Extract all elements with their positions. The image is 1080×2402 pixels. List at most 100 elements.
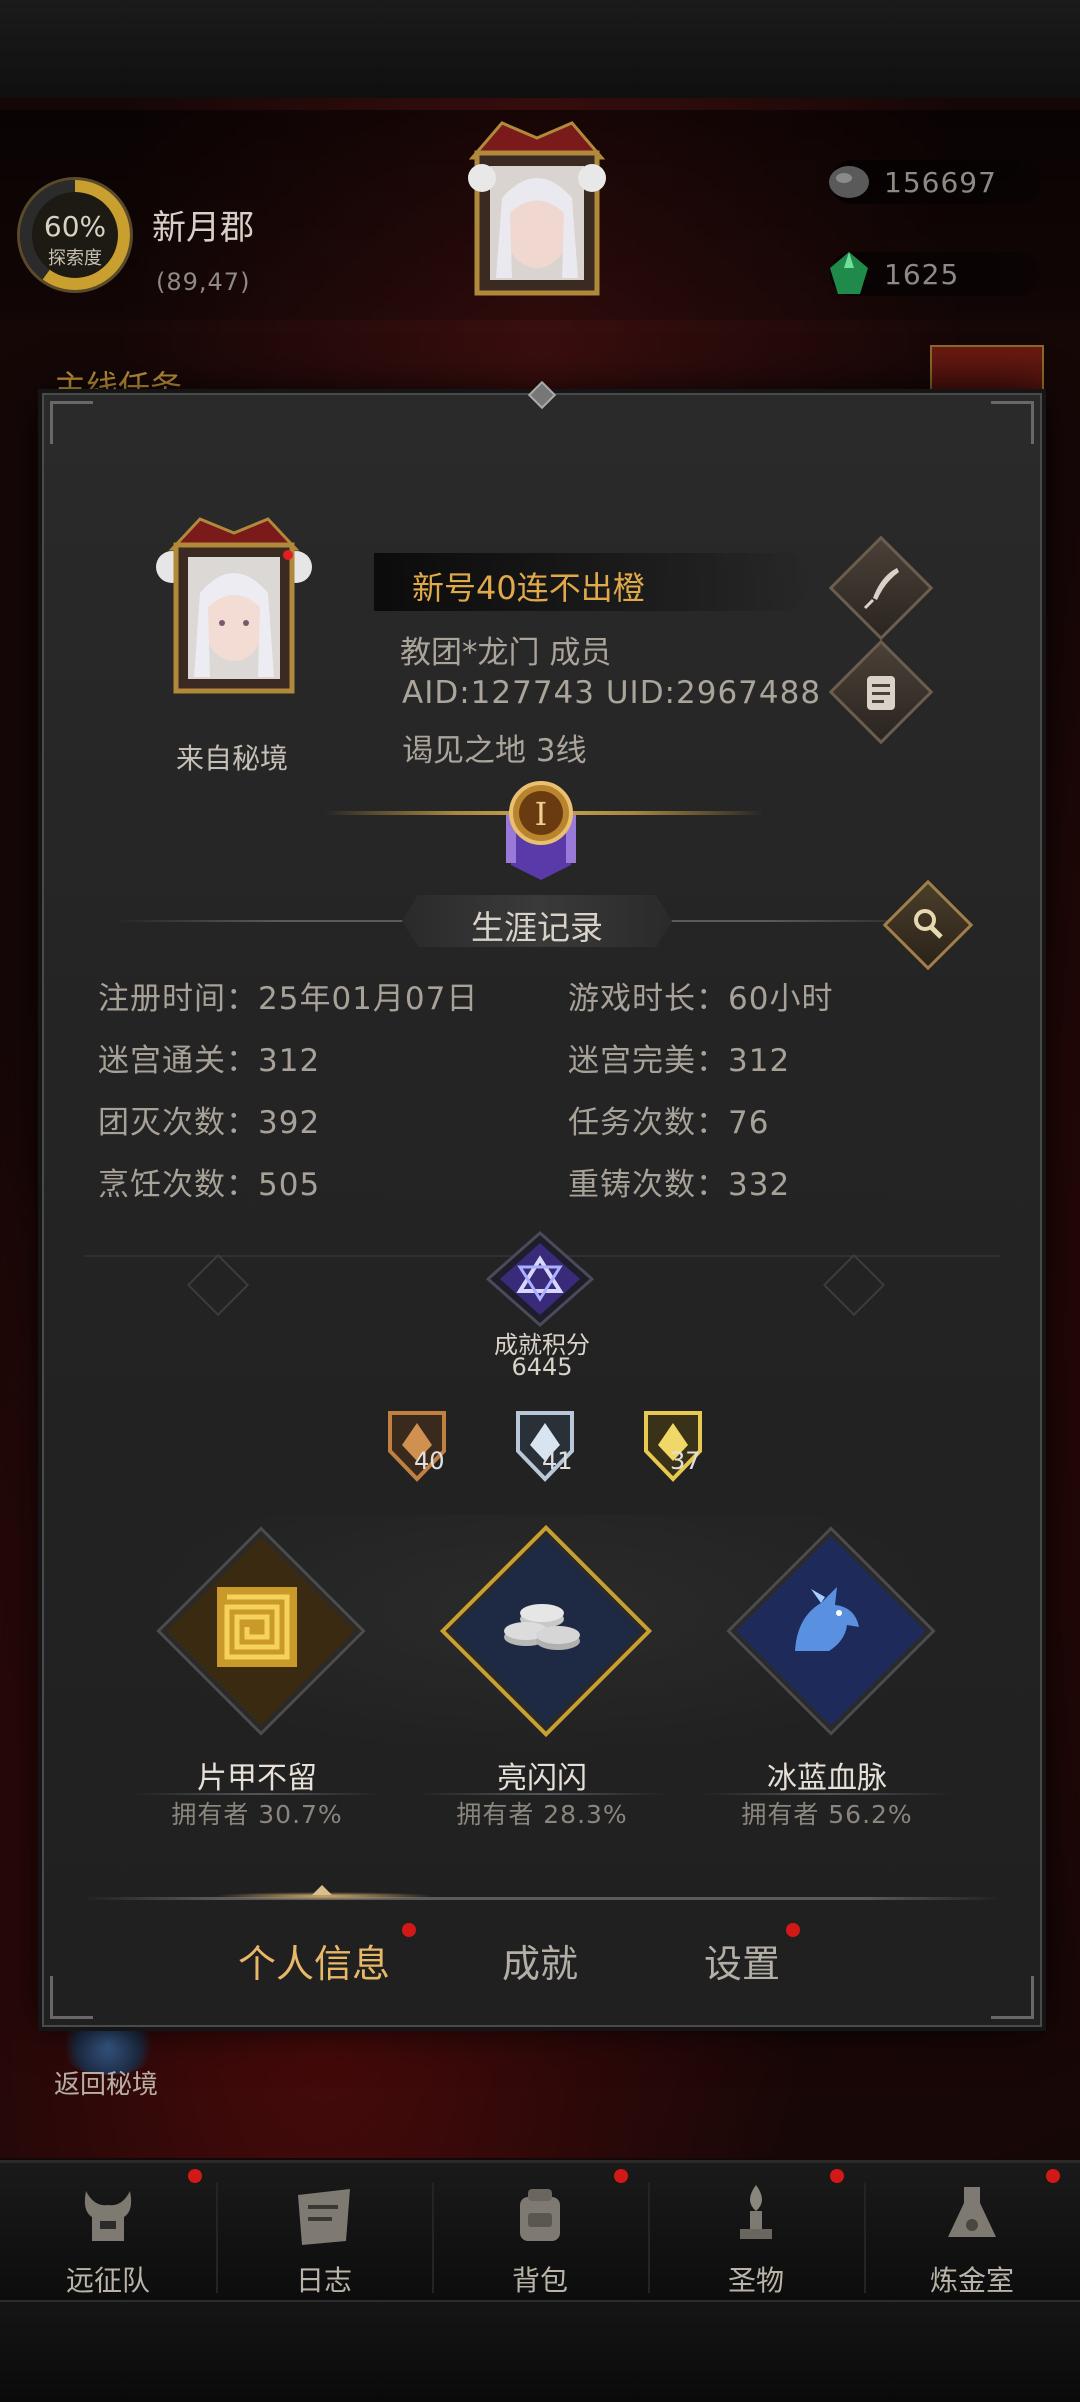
stat-quests: 任务次数：76 — [568, 1097, 769, 1142]
stat-play-time: 游戏时长：60小时 — [568, 973, 833, 1018]
guild-info: 教团*龙门 成员 — [400, 635, 612, 671]
tab-active-marker — [312, 1885, 332, 1895]
achievement-owners: 拥有者 28.3% — [456, 1800, 628, 1829]
scroll-icon — [867, 676, 895, 710]
explore-progress-ring[interactable]: 60% 探索度 — [20, 180, 130, 290]
tab-notification-dot — [402, 1923, 416, 1937]
nav-label-journal: 日志 — [295, 2264, 352, 2297]
stat-value: 312 — [728, 1043, 791, 1079]
rank-numeral: I — [535, 795, 548, 833]
nav-item-expedition[interactable]: 远征队 — [0, 2163, 216, 2303]
search-player-button[interactable] — [882, 879, 974, 971]
stat-label: 重铸次数： — [568, 1167, 728, 1203]
player-info-dialog: 来自秘境 新号40连不出橙 教团*龙门 成员 AID:127743 UID:29… — [42, 380, 1042, 2027]
stat-label: 烹饪次数： — [98, 1167, 258, 1203]
stat-register-date: 注册时间：25年01月07日 — [98, 973, 478, 1018]
nav-label-backpack: 背包 — [511, 2264, 568, 2297]
achievement-card[interactable] — [437, 1530, 647, 1770]
achievement-owners: 拥有者 30.7% — [171, 1800, 343, 1829]
currency-2-value: 1625 — [884, 258, 960, 291]
nav-notification-dot — [830, 2169, 844, 2183]
currency-gems-2[interactable]: 1625 — [830, 252, 1040, 296]
dialog-corner — [50, 1976, 93, 2019]
stat-cooking: 烹饪次数：505 — [98, 1159, 320, 1204]
stat-label: 团灭次数： — [98, 1105, 258, 1141]
ice-dragon-icon — [795, 1587, 859, 1651]
achievement-name: 片甲不留 — [197, 1761, 317, 1796]
stat-value: 76 — [728, 1105, 770, 1141]
return-label[interactable]: 返回秘境 — [54, 2064, 158, 2101]
tab-achievements[interactable]: 成就 — [502, 1933, 578, 1988]
stat-recast: 重铸次数：332 — [568, 1159, 790, 1204]
dialog-corner — [50, 401, 93, 444]
server-info: 谒见之地 3线 — [402, 733, 587, 769]
achievement-card[interactable] — [152, 1530, 362, 1770]
nav-label-relic: 圣物 — [727, 2264, 784, 2297]
stat-label: 迷宫通关： — [98, 1043, 258, 1079]
region-name: 新月郡 — [152, 208, 254, 248]
career-title: 生涯记录 — [471, 908, 603, 947]
maze-icon — [217, 1587, 297, 1667]
tab-personal-info[interactable]: 个人信息 — [238, 1933, 390, 1988]
stat-value: 312 — [258, 1043, 321, 1079]
top-frame — [0, 0, 1080, 101]
stat-team-wipes: 团灭次数：392 — [98, 1097, 320, 1142]
view-record-button[interactable] — [828, 639, 934, 745]
coins-icon — [504, 1604, 580, 1650]
stat-label: 游戏时长： — [568, 981, 728, 1017]
origin-label: 来自秘境 — [175, 742, 288, 775]
achievement-name: 冰蓝血脉 — [767, 1761, 887, 1796]
explore-label: 探索度 — [48, 248, 102, 269]
stat-value: 392 — [258, 1105, 321, 1141]
nav-notification-dot — [188, 2169, 202, 2183]
bottom-navigation: 远征队 日志 背包 圣物 炼金室 — [0, 2160, 1080, 2303]
magnifier-icon — [914, 909, 943, 939]
gold-medal-count: 37 — [670, 1447, 701, 1475]
divider-ornament — [822, 1253, 886, 1317]
dialog-corner — [991, 401, 1034, 444]
nav-notification-dot — [614, 2169, 628, 2183]
currency-1-value: 156697 — [884, 166, 997, 199]
edit-profile-button[interactable] — [828, 535, 934, 641]
stat-value: 60小时 — [728, 981, 834, 1017]
nav-item-relic[interactable]: 圣物 — [648, 2163, 864, 2303]
explore-ring-inner: 60% 探索度 — [32, 192, 118, 278]
stat-maze-clears: 迷宫通关：312 — [98, 1035, 320, 1080]
player-ids: AID:127743 UID:2967488 — [402, 675, 822, 711]
currency-gems-1[interactable]: 156697 — [829, 160, 1040, 204]
relic-icon — [740, 2185, 772, 2239]
tab-settings[interactable]: 设置 — [704, 1933, 780, 1988]
dialog-corner — [991, 1976, 1034, 2019]
region-coords: (89,47) — [156, 268, 251, 296]
achievement-points-icon[interactable] — [480, 1229, 600, 1339]
stat-value: 505 — [258, 1167, 321, 1203]
bronze-medal-count: 40 — [414, 1447, 445, 1475]
backpack-icon — [520, 2189, 560, 2241]
stat-label: 迷宫完美： — [568, 1043, 728, 1079]
nav-item-journal[interactable]: 日志 — [216, 2163, 432, 2303]
stat-label: 任务次数： — [568, 1105, 728, 1141]
explore-percent: 60% — [43, 210, 107, 243]
rank-badge-icon: I — [506, 781, 576, 880]
nav-item-alchemy[interactable]: 炼金室 — [864, 2163, 1080, 2303]
stat-label: 注册时间： — [98, 981, 258, 1017]
nav-item-backpack[interactable]: 背包 — [432, 2163, 648, 2303]
nav-label-expedition: 远征队 — [65, 2264, 150, 2297]
dark-stone-icon — [829, 166, 869, 198]
bottom-frame — [0, 2300, 1080, 2402]
nav-notification-dot — [1046, 2169, 1060, 2183]
nav-label-alchemy: 炼金室 — [929, 2264, 1014, 2297]
top-portrait-avatar[interactable] — [452, 118, 622, 303]
stat-value: 332 — [728, 1167, 791, 1203]
green-gem-icon — [830, 252, 868, 294]
achievement-owners: 拥有者 56.2% — [741, 1800, 913, 1829]
divider-ornament — [186, 1253, 250, 1317]
stat-value: 25年01月07日 — [258, 981, 479, 1017]
stat-maze-perfect: 迷宫完美：312 — [568, 1035, 790, 1080]
player-avatar[interactable] — [154, 515, 314, 695]
alchemy-icon — [948, 2187, 996, 2237]
achievement-card[interactable] — [722, 1530, 932, 1770]
journal-icon — [298, 2189, 350, 2245]
tab-notification-dot — [786, 1923, 800, 1937]
quill-icon — [863, 568, 899, 610]
